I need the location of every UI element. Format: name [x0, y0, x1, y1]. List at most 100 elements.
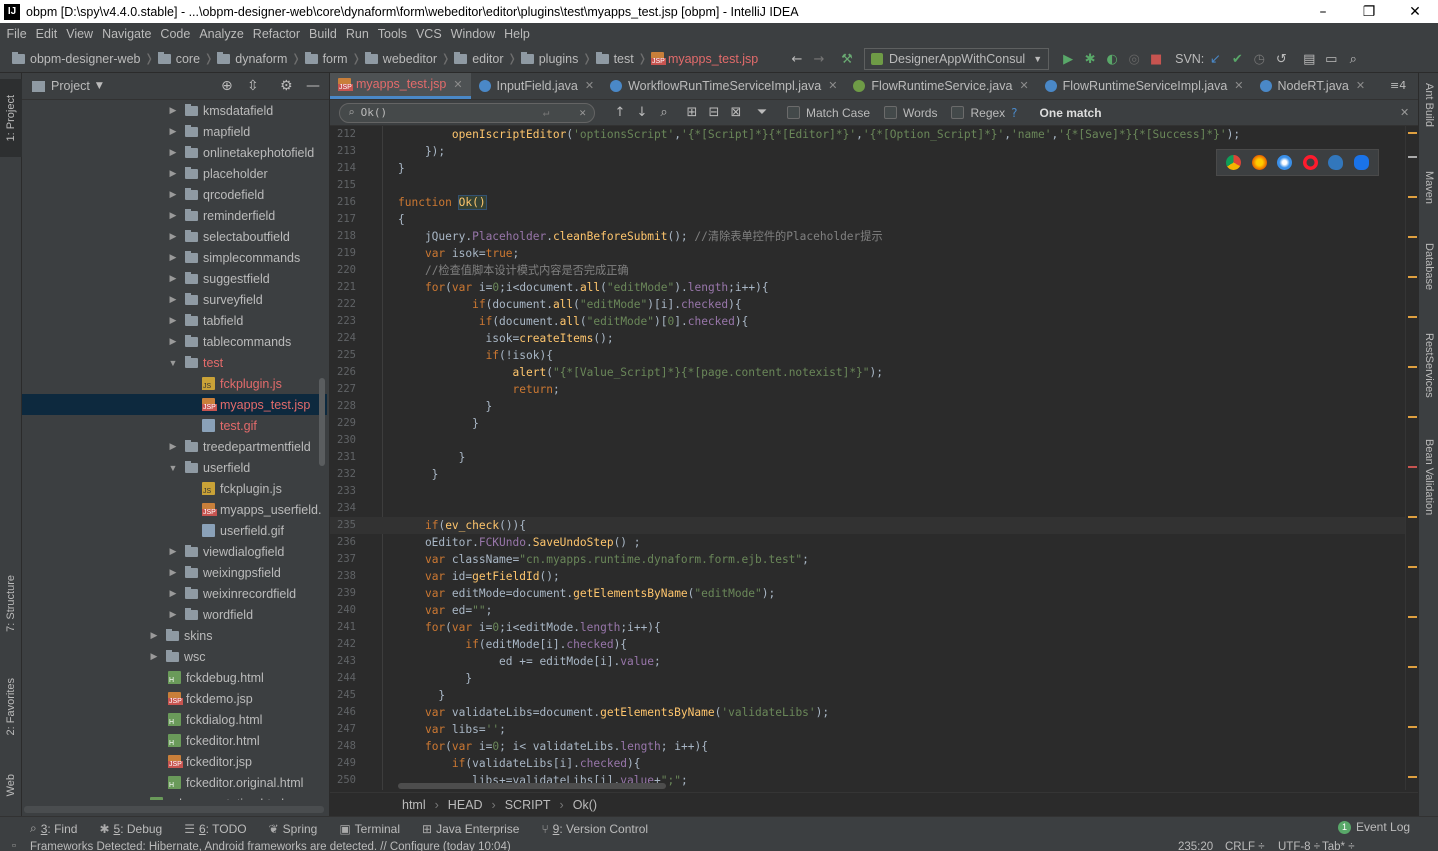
editor-tab[interactable]: WorkflowRunTimeServiceImpl.java ✕: [602, 73, 845, 99]
crumb-head[interactable]: HEAD: [448, 798, 483, 812]
editor-scrollbar[interactable]: [1405, 126, 1418, 790]
tree-folder[interactable]: ▼ test: [22, 352, 327, 373]
tree-file[interactable]: JSP myapps_userfield.: [22, 499, 327, 520]
safari-icon[interactable]: [1277, 155, 1293, 170]
crumb-script[interactable]: SCRIPT: [505, 798, 551, 812]
tree-folder[interactable]: ▶ treedepartmentfield: [22, 436, 327, 457]
expand-arrow-icon[interactable]: ▼: [167, 463, 179, 473]
chevron-down-icon[interactable]: ▼: [96, 81, 103, 91]
code-line[interactable]: 212 openIscriptEditor('optionsScript','{…: [330, 126, 1405, 143]
error-marker[interactable]: [1408, 156, 1417, 158]
opera-icon[interactable]: [1302, 155, 1318, 170]
menu-refactor[interactable]: Refactor: [248, 27, 304, 41]
tool-tab-bean-validation[interactable]: Bean Validation: [1419, 439, 1438, 549]
status-message[interactable]: Frameworks Detected: Hibernate, Android …: [30, 840, 511, 851]
menu-window[interactable]: Window: [446, 27, 499, 41]
tree-folder[interactable]: ▶ surveyfield: [22, 289, 327, 310]
code-line[interactable]: 218 jQuery.Placeholder.cleanBeforeSubmit…: [330, 228, 1405, 245]
tree-folder[interactable]: ▶ wordfield: [22, 604, 327, 625]
newline-icon[interactable]: ↵: [543, 106, 550, 119]
editor-tab[interactable]: InputField.java ✕: [471, 73, 603, 99]
editor-hscrollbar[interactable]: [398, 783, 666, 789]
tree-file[interactable]: JSP myapps_test.jsp: [22, 394, 327, 415]
code-line[interactable]: 232 }: [330, 466, 1405, 483]
tree-folder[interactable]: ▶ qrcodefield: [22, 184, 327, 205]
warning-marker[interactable]: [1408, 776, 1417, 778]
tree-folder[interactable]: ▶ tablecommands: [22, 331, 327, 352]
collapse-arrow-icon[interactable]: ▶: [167, 210, 179, 221]
menu-tools[interactable]: Tools: [373, 27, 411, 41]
tree-folder[interactable]: ▶ reminderfield: [22, 205, 327, 226]
editor-tab[interactable]: NodeRT.java ✕: [1252, 73, 1374, 99]
code-line[interactable]: 227 return;: [330, 381, 1405, 398]
debug-icon[interactable]: ✱: [1079, 48, 1101, 70]
close-tab-icon[interactable]: ✕: [1019, 79, 1028, 92]
tree-folder[interactable]: ▶ weixingpsfield: [22, 562, 327, 583]
remove-selection-icon[interactable]: ⊟: [703, 102, 725, 124]
warning-marker[interactable]: [1408, 726, 1417, 728]
code-line[interactable]: 225 if(!isok){: [330, 347, 1405, 364]
warning-marker[interactable]: [1408, 316, 1417, 318]
collapse-arrow-icon[interactable]: ▶: [167, 294, 179, 305]
tree-folder[interactable]: ▶ weixinrecordfield: [22, 583, 327, 604]
tool-tab-structure[interactable]: 7: Structure: [0, 563, 22, 643]
previous-occurrence-icon[interactable]: ↑: [609, 102, 631, 124]
bottom-tool-button[interactable]: ☰ 6: TODO: [184, 822, 246, 836]
history-icon[interactable]: ◷: [1248, 48, 1270, 70]
close-find-icon[interactable]: ✕: [1400, 106, 1409, 119]
bottom-tool-button[interactable]: ⊞ Java Enterprise: [422, 822, 519, 836]
menu-vcs[interactable]: VCS: [411, 27, 446, 41]
collapse-arrow-icon[interactable]: ▶: [167, 315, 179, 326]
profile-icon[interactable]: ◎: [1123, 48, 1145, 70]
editor-tab[interactable]: FlowRuntimeService.java ✕: [845, 73, 1036, 99]
warning-marker[interactable]: [1408, 196, 1417, 198]
breadcrumb-item[interactable]: webeditor: [364, 51, 437, 66]
code-line[interactable]: 235 if(ev_check()){: [330, 517, 1405, 534]
tree-folder[interactable]: ▶ viewdialogfield: [22, 541, 327, 562]
code-line[interactable]: 248 for(var i=0; i< validateLibs.length;…: [330, 738, 1405, 755]
code-editor[interactable]: 212 openIscriptEditor('optionsScript','{…: [330, 126, 1405, 790]
tabs-overflow[interactable]: ≡4: [1390, 79, 1406, 92]
regex-checkbox[interactable]: Regex: [951, 106, 1005, 120]
tree-scrollbar[interactable]: [319, 378, 325, 466]
code-line[interactable]: 216 function Ok(): [330, 194, 1405, 211]
tool-tab-maven[interactable]: Maven: [1419, 171, 1438, 231]
minimize-button[interactable]: –: [1300, 0, 1346, 23]
tool-tab-project[interactable]: 1: Project: [0, 79, 22, 157]
editor-tab[interactable]: JSP myapps_test.jsp ✕: [330, 73, 471, 99]
breadcrumb-item[interactable]: JSP myapps_test.jsp: [650, 52, 758, 66]
collapse-arrow-icon[interactable]: ▶: [167, 105, 179, 116]
search-everywhere-icon[interactable]: ⌕: [1342, 48, 1364, 70]
code-line[interactable]: 246 var validateLibs=document.getElement…: [330, 704, 1405, 721]
svn-commit-icon[interactable]: ✔: [1226, 48, 1248, 70]
tree-file[interactable]: Hfckdialog.html: [22, 709, 327, 730]
warning-marker[interactable]: [1408, 236, 1417, 238]
tree-file[interactable]: userfield.gif: [22, 520, 327, 541]
warning-marker[interactable]: [1408, 566, 1417, 568]
run-config-select[interactable]: DesignerAppWithConsul ▼: [864, 48, 1050, 70]
warning-marker[interactable]: [1408, 132, 1417, 134]
collapse-arrow-icon[interactable]: ▶: [167, 588, 179, 599]
warning-marker[interactable]: [1408, 516, 1417, 518]
tree-folder[interactable]: ▶ suggestfield: [22, 268, 327, 289]
bottom-tool-button[interactable]: ▣ Terminal: [339, 822, 400, 836]
close-tab-icon[interactable]: ✕: [828, 79, 837, 92]
tree-folder[interactable]: ▶ placeholder: [22, 163, 327, 184]
svn-update-icon[interactable]: ↙: [1204, 48, 1226, 70]
menu-navigate[interactable]: Navigate: [98, 27, 156, 41]
code-line[interactable]: 244 }: [330, 670, 1405, 687]
collapse-arrow-icon[interactable]: ▶: [148, 651, 160, 662]
words-checkbox[interactable]: Words: [884, 106, 937, 120]
menu-edit[interactable]: Edit: [31, 27, 62, 41]
code-line[interactable]: 222 if(document.all("editMode")[i].check…: [330, 296, 1405, 313]
menu-build[interactable]: Build: [305, 27, 342, 41]
code-line[interactable]: 243 ed += editMode[i].value;: [330, 653, 1405, 670]
collapse-all-icon[interactable]: ⇳: [247, 78, 259, 94]
tree-file[interactable]: Hfckeditor.original.html: [22, 772, 327, 793]
code-line[interactable]: 242 if(editMode[i].checked){: [330, 636, 1405, 653]
warning-marker[interactable]: [1408, 416, 1417, 418]
project-structure-icon[interactable]: ▤: [1298, 48, 1320, 70]
breadcrumb-item[interactable]: core: [157, 51, 200, 66]
tree-folder[interactable]: ▶ onlinetakephotofield: [22, 142, 327, 163]
menu-help[interactable]: Help: [500, 27, 535, 41]
